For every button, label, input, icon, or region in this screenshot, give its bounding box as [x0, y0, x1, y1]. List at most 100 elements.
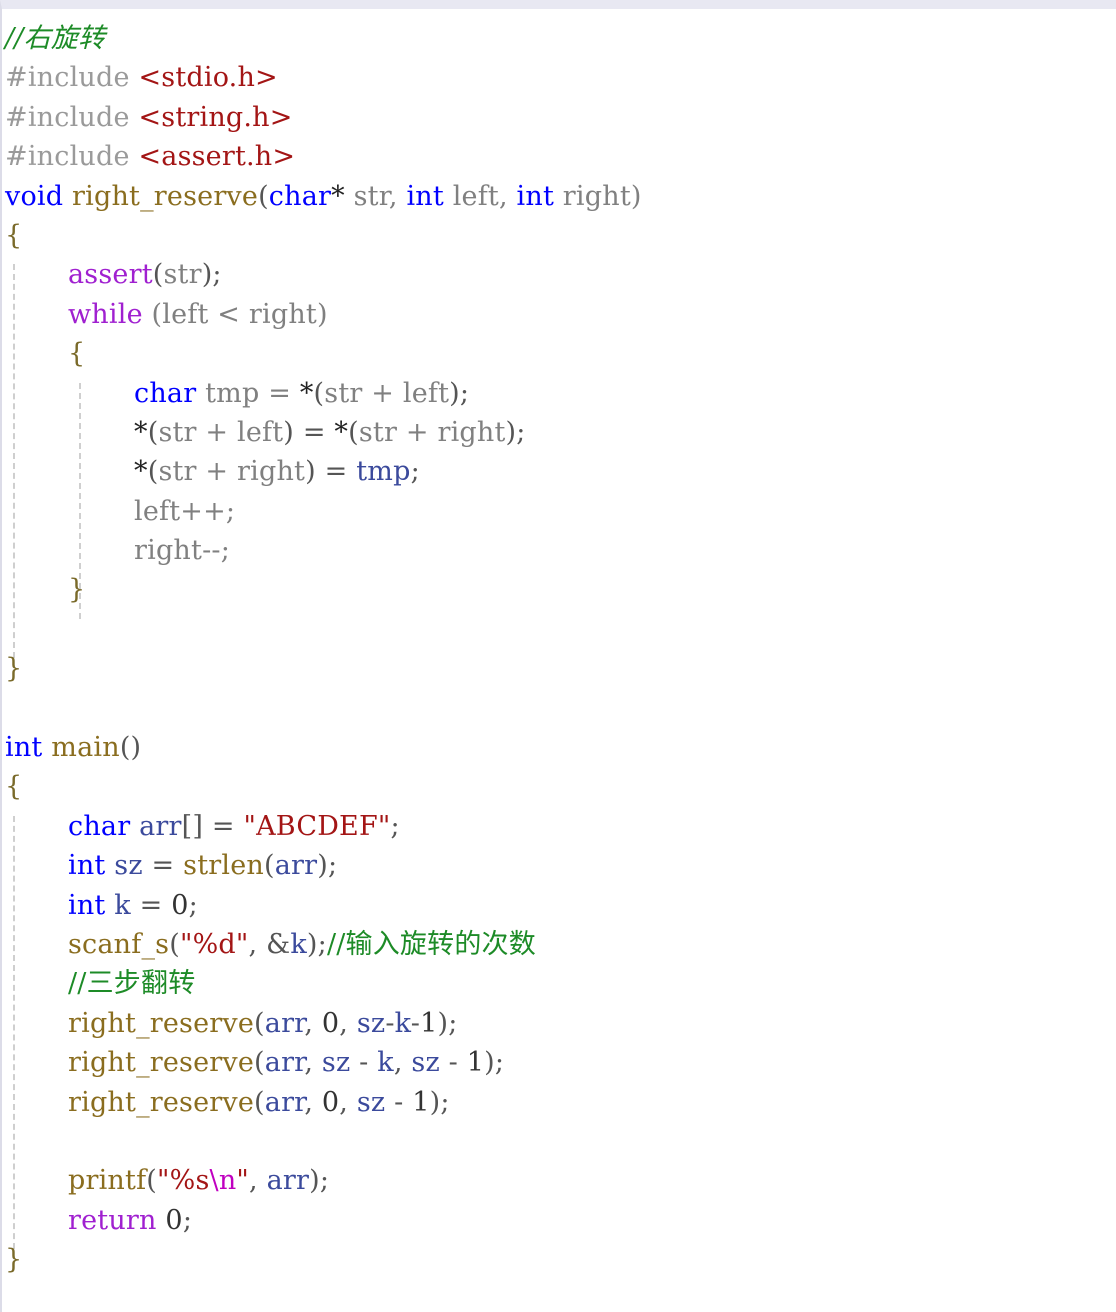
code-token: str + right — [358, 416, 506, 448]
code-token: str, — [344, 180, 407, 212]
code-line-content: //右旋转 — [2, 23, 105, 54]
code-line-content: right_reserve(arr, sz - k, sz - 1); — [2, 1047, 504, 1078]
code-token: \n — [209, 1165, 237, 1197]
code-token: * — [134, 456, 148, 488]
code-line[interactable]: } — [2, 1240, 1116, 1279]
code-token: = — [130, 889, 172, 921]
code-line[interactable]: right_reserve(arr, sz - k, sz - 1); — [2, 1043, 1116, 1082]
code-token: left, — [443, 180, 517, 212]
code-token: 1 — [412, 1086, 430, 1118]
code-token: char — [268, 180, 332, 212]
code-lines[interactable]: //右旋转 #include <stdio.h> #include <string.… — [2, 19, 1116, 1280]
code-line-content: scanf_s("%d", &k);//输入旋转的次数 — [2, 929, 536, 960]
code-line[interactable]: int k = 0; — [2, 886, 1116, 925]
code-token: * — [134, 416, 148, 448]
code-token: <string.h> — [138, 101, 293, 133]
code-line[interactable]: } — [2, 649, 1116, 688]
code-line-content: { — [2, 338, 85, 369]
code-token: int — [516, 180, 555, 212]
code-token: right_reserve — [68, 1086, 255, 1118]
code-line[interactable]: *(str + right) = tmp; — [2, 452, 1116, 491]
code-token: sz — [356, 1086, 386, 1118]
code-token: 0 — [321, 1086, 340, 1118]
code-token: right_reserve — [72, 180, 259, 212]
code-token: arr — [130, 810, 182, 842]
code-line[interactable]: { — [2, 216, 1116, 255]
code-line-content: { — [2, 771, 22, 802]
code-token: 0 — [165, 1204, 183, 1236]
code-token: str + left — [324, 377, 450, 409]
code-token: " — [236, 1165, 250, 1197]
code-line-content — [2, 1126, 77, 1157]
code-line-content: assert(str); — [2, 259, 222, 290]
code-line[interactable] — [2, 1122, 1116, 1161]
code-line[interactable]: #include <string.h> — [2, 98, 1116, 137]
code-line[interactable]: right_reserve(arr, 0, sz - 1); — [2, 1083, 1116, 1122]
code-line-content: right_reserve(arr, 0, sz-k-1); — [2, 1008, 458, 1039]
code-line[interactable]: while (left < right) — [2, 295, 1116, 334]
code-token: ; — [410, 456, 420, 488]
code-line[interactable]: assert(str); — [2, 255, 1116, 294]
code-token: ( — [313, 377, 325, 409]
code-token: char — [134, 377, 197, 409]
code-line[interactable]: void right_reserve(char* str, int left, … — [2, 177, 1116, 216]
code-line[interactable]: } — [2, 570, 1116, 609]
code-line[interactable]: //三步翻转 — [2, 964, 1116, 1003]
code-token: , — [304, 1007, 322, 1039]
code-token: - — [385, 1086, 413, 1118]
code-token: printf — [68, 1165, 147, 1197]
code-line-content: char arr[] = "ABCDEF"; — [2, 811, 400, 842]
code-token: arr — [264, 1007, 305, 1039]
code-line[interactable] — [2, 689, 1116, 728]
code-line-content: } — [2, 653, 22, 684]
code-line[interactable]: #include <assert.h> — [2, 137, 1116, 176]
code-line[interactable]: //右旋转 — [2, 19, 1116, 58]
code-token: arr — [274, 850, 318, 882]
code-line[interactable]: char arr[] = "ABCDEF"; — [2, 807, 1116, 846]
code-token: while — [68, 298, 143, 330]
code-token: * — [299, 377, 314, 409]
code-line[interactable]: return 0; — [2, 1201, 1116, 1240]
code-line-content: } — [2, 1244, 22, 1275]
code-line[interactable]: char tmp = *(str + left); — [2, 374, 1116, 413]
code-line[interactable]: right_reserve(arr, 0, sz-k-1); — [2, 1004, 1116, 1043]
code-surface[interactable]: //右旋转 #include <stdio.h> #include <string.… — [2, 9, 1116, 1280]
code-line[interactable]: scanf_s("%d", &k);//输入旋转的次数 — [2, 925, 1116, 964]
code-token: - — [350, 1047, 378, 1079]
code-line-content: { — [2, 220, 22, 251]
code-line[interactable]: int main() — [2, 728, 1116, 767]
code-line[interactable]: { — [2, 767, 1116, 806]
code-token: assert — [68, 259, 153, 291]
code-line[interactable]: #include <stdio.h> — [2, 58, 1116, 97]
code-token: - — [410, 1007, 421, 1039]
code-line-content: while (left < right) — [2, 299, 328, 330]
code-token: ; — [182, 1204, 193, 1236]
code-line[interactable]: int sz = strlen(arr); — [2, 846, 1116, 885]
code-token: left++; — [134, 495, 236, 527]
code-token: ); — [484, 1047, 505, 1079]
code-token: ); — [437, 1007, 458, 1039]
code-token: k — [394, 1007, 411, 1039]
code-token: sz — [105, 850, 143, 882]
code-line-content: #include <string.h> — [2, 102, 293, 133]
code-line[interactable]: { — [2, 334, 1116, 373]
code-line-content: #include <assert.h> — [2, 141, 295, 172]
code-token: <assert.h> — [138, 141, 296, 173]
code-token: tmp — [356, 456, 411, 488]
code-line[interactable]: *(str + left) = *(str + right); — [2, 413, 1116, 452]
code-token: - — [385, 1007, 395, 1039]
code-token: 1 — [420, 1007, 438, 1039]
code-token: (left < right) — [142, 298, 328, 330]
code-token: ); — [309, 1165, 330, 1197]
code-token: int — [5, 732, 43, 764]
code-token: { — [5, 219, 23, 251]
code-line[interactable]: printf("%s\n", arr); — [2, 1161, 1116, 1200]
code-line[interactable]: right--; — [2, 531, 1116, 570]
code-token: } — [5, 653, 23, 685]
code-token: ; — [390, 810, 400, 842]
code-token: sz — [321, 1047, 351, 1079]
code-line[interactable] — [2, 610, 1116, 649]
code-line[interactable]: left++; — [2, 492, 1116, 531]
